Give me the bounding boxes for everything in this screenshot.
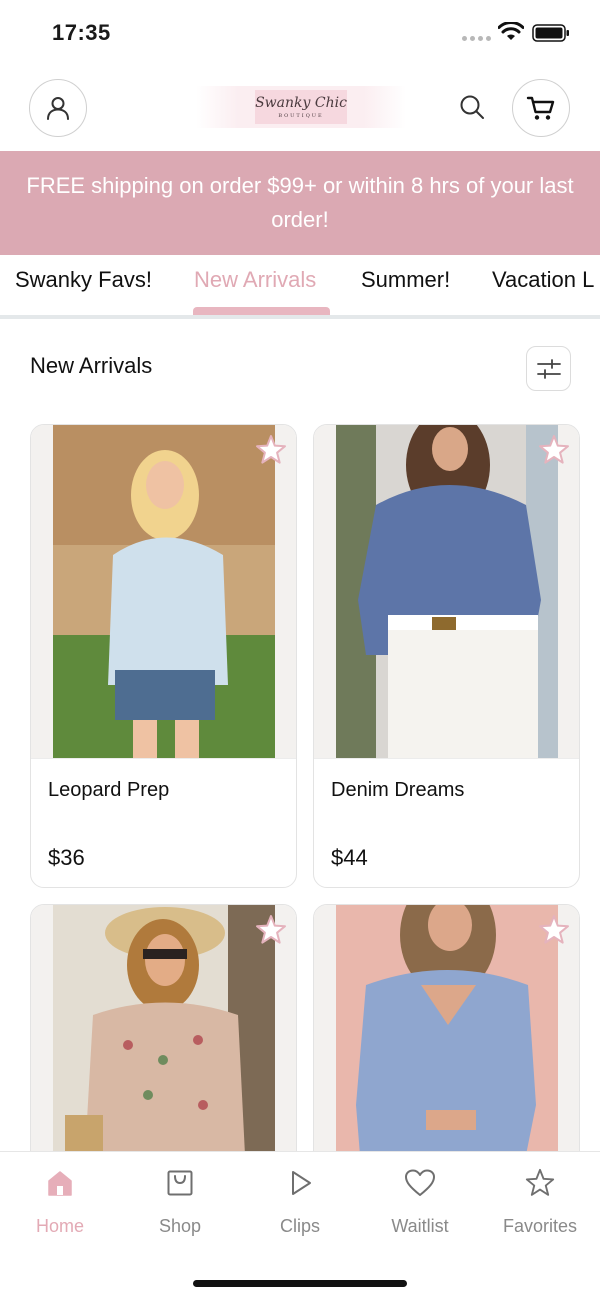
- battery-icon: [532, 24, 569, 42]
- promo-text: FREE shipping on order $99+ or within 8 …: [26, 173, 574, 232]
- product-image[interactable]: [314, 425, 579, 758]
- product-photo: [53, 425, 275, 758]
- cart-icon: [526, 96, 555, 120]
- search-button[interactable]: [455, 90, 489, 124]
- logo-text: Swanky Chic: [255, 94, 347, 111]
- category-tabs: Swanky Favs! New Arrivals Summer! Vacati…: [0, 255, 600, 319]
- user-icon: [47, 97, 69, 120]
- home-indicator[interactable]: [193, 1280, 407, 1287]
- tabbar-clips[interactable]: Clips: [240, 1166, 360, 1237]
- card-divider: [314, 758, 579, 759]
- favorite-star-icon[interactable]: [537, 433, 571, 467]
- tabbar-shop[interactable]: Shop: [120, 1166, 240, 1237]
- star-icon: [525, 1168, 555, 1196]
- tabbar-favorites[interactable]: Favorites: [480, 1166, 600, 1237]
- product-price: $36: [48, 845, 85, 870]
- promo-banner[interactable]: FREE shipping on order $99+ or within 8 …: [0, 151, 600, 255]
- brand-logo[interactable]: Swanky Chic BOUTIQUE: [196, 86, 406, 128]
- app-header: Swanky Chic BOUTIQUE: [0, 66, 600, 150]
- product-name: Denim Dreams: [331, 779, 465, 801]
- sliders-icon: [536, 358, 561, 379]
- tab-vacation[interactable]: Vacation L: [492, 267, 594, 293]
- home-icon: [48, 1171, 72, 1196]
- tab-swanky-favs[interactable]: Swanky Favs!: [15, 267, 152, 293]
- favorite-star-icon[interactable]: [537, 913, 571, 947]
- wifi-icon: [498, 22, 524, 40]
- tabbar-waitlist[interactable]: Waitlist: [360, 1166, 480, 1237]
- bottom-tab-bar: Home Shop Clips Waitlist Favorites: [0, 1151, 600, 1299]
- tabbar-favorites-label: Favorites: [502, 1216, 578, 1236]
- play-icon: [292, 1171, 311, 1195]
- tabbar-clips-label: Clips: [279, 1216, 320, 1236]
- tab-new-arrivals[interactable]: New Arrivals: [194, 267, 316, 293]
- account-button[interactable]: [29, 79, 87, 137]
- shopping-bag-icon: [167, 1170, 193, 1196]
- tabbar-home[interactable]: Home: [0, 1166, 120, 1237]
- cart-button[interactable]: [512, 79, 570, 137]
- tabbar-home-label: Home: [35, 1216, 84, 1236]
- active-tab-indicator: [193, 307, 330, 315]
- heart-icon: [405, 1169, 435, 1196]
- product-card[interactable]: Leopard Prep $36: [30, 424, 297, 888]
- tabbar-shop-label: Shop: [158, 1216, 202, 1236]
- tab-summer[interactable]: Summer!: [361, 267, 450, 293]
- product-card[interactable]: Denim Dreams $44: [313, 424, 580, 888]
- status-bar: 17:35: [0, 0, 600, 66]
- product-image[interactable]: [31, 425, 296, 758]
- tabbar-waitlist-label: Waitlist: [391, 1216, 449, 1236]
- favorite-star-icon[interactable]: [254, 433, 288, 467]
- product-name: Leopard Prep: [48, 779, 170, 801]
- product-photo: [336, 425, 558, 758]
- favorite-star-icon[interactable]: [254, 913, 288, 947]
- card-divider: [31, 758, 296, 759]
- product-price: $44: [331, 845, 368, 870]
- filter-button[interactable]: [526, 346, 571, 391]
- signal-dots-icon: [462, 36, 491, 41]
- status-time: 17:35: [52, 20, 111, 45]
- section-title: New Arrivals: [30, 353, 153, 378]
- logo-subtext: BOUTIQUE: [278, 112, 324, 119]
- search-icon: [460, 95, 484, 119]
